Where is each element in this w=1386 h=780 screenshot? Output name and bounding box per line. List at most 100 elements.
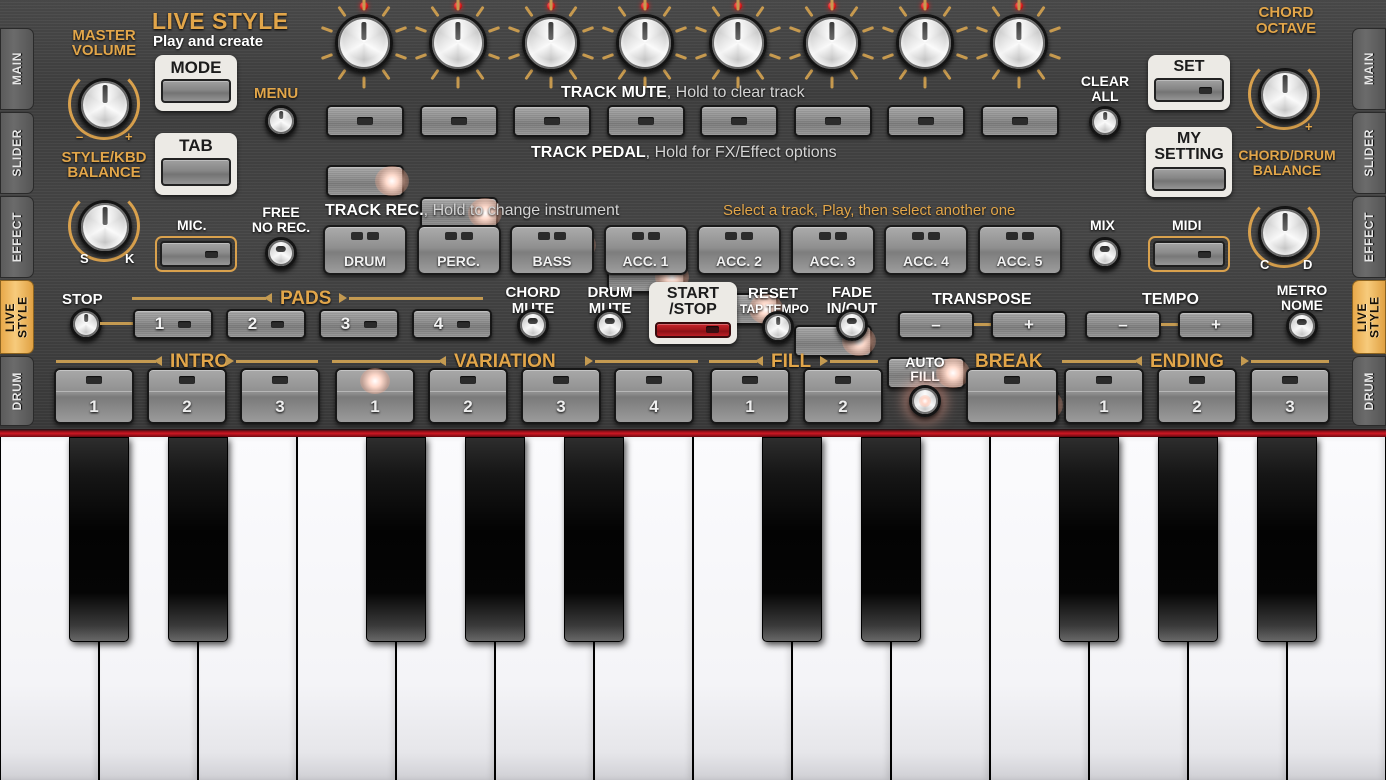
black-key-5[interactable]	[465, 437, 525, 642]
track-mute-button-5[interactable]	[700, 105, 778, 137]
free-no-rec-knob[interactable]	[265, 237, 297, 269]
track-rec-button-acc-3[interactable]: ACC. 3	[790, 225, 875, 275]
track-mute-button-3[interactable]	[513, 105, 591, 137]
mic-button[interactable]	[155, 236, 237, 272]
track-mute-button-8[interactable]	[980, 105, 1059, 137]
variation-button-4[interactable]: 4	[614, 368, 694, 424]
chord-mute-knob[interactable]	[517, 309, 549, 341]
sidebar-item-main-right[interactable]: MAIN	[1352, 28, 1386, 110]
mixer-knob-3[interactable]	[522, 14, 580, 72]
master-volume-knob[interactable]	[78, 78, 132, 132]
track-pedal-header-bold: TRACK PEDAL	[531, 144, 646, 161]
fill-button-2[interactable]: 2	[803, 368, 883, 424]
sidebar-item-slider-right[interactable]: SLIDER	[1352, 112, 1386, 194]
menu-knob[interactable]	[265, 105, 297, 137]
clear-all-label: CLEAR ALL	[1080, 73, 1130, 104]
pad-button-4[interactable]: 4	[412, 309, 492, 339]
start-stop-button[interactable]: START /STOP	[649, 282, 737, 344]
right-tab-column: MAIN SLIDER EFFECT LIVE STYLE DRUM	[1352, 0, 1386, 429]
sidebar-item-effect-right[interactable]: EFFECT	[1352, 196, 1386, 278]
intro-button-3[interactable]: 3	[240, 368, 320, 424]
track-rec-button-acc-4[interactable]: ACC. 4	[884, 225, 968, 275]
drum-mute-knob[interactable]	[594, 309, 626, 341]
track-mute-button-6[interactable]	[793, 105, 872, 137]
sidebar-item-drum-left[interactable]: DRUM	[0, 356, 34, 426]
mix-knob[interactable]	[1089, 237, 1121, 269]
mixer-knob-1[interactable]	[335, 14, 393, 72]
track-rec-indicator-8	[1005, 232, 1034, 240]
sidebar-item-main-left[interactable]: MAIN	[0, 28, 34, 110]
black-key-9[interactable]	[861, 437, 921, 642]
tab-button[interactable]: TAB	[155, 133, 237, 195]
auto-fill-knob[interactable]	[909, 385, 941, 417]
variation-button-1[interactable]: 1	[335, 368, 415, 424]
fade-in-out-knob[interactable]	[836, 309, 868, 341]
ending-rule-left	[1062, 360, 1136, 363]
track-rec-button-bass[interactable]: BASS	[510, 225, 594, 275]
reset-tap-tempo-knob[interactable]	[762, 311, 794, 343]
black-key-1[interactable]	[69, 437, 129, 642]
tempo-plus-button[interactable]: +	[1178, 311, 1254, 339]
sidebar-item-live-style-right[interactable]: LIVE STYLE	[1352, 280, 1386, 354]
midi-button[interactable]	[1148, 236, 1230, 272]
track-mute-button-4[interactable]	[606, 105, 685, 137]
chord-drum-balance-knob[interactable]	[1258, 206, 1312, 260]
track-mute-button-2[interactable]	[419, 105, 498, 137]
fill-button-1[interactable]: 1	[710, 368, 790, 424]
piano-keyboard[interactable]	[0, 437, 1386, 780]
my-setting-button[interactable]: MY SETTING	[1146, 127, 1232, 197]
sidebar-item-effect-left[interactable]: EFFECT	[0, 196, 34, 278]
style-kbd-balance-knob[interactable]	[78, 200, 132, 254]
indicator-dash	[1282, 376, 1298, 385]
ending-button-1[interactable]: 1	[1064, 368, 1144, 424]
black-key-13[interactable]	[1257, 437, 1317, 642]
tab-label: MAIN	[9, 52, 24, 86]
variation-button-2[interactable]: 2	[428, 368, 508, 424]
intro-button-1[interactable]: 1	[54, 368, 134, 424]
ending-button-3[interactable]: 3	[1250, 368, 1330, 424]
sidebar-item-live-style-left[interactable]: LIVE STYLE	[0, 280, 34, 354]
variation-button-3[interactable]: 3	[521, 368, 601, 424]
mode-button[interactable]: MODE	[155, 55, 237, 111]
intro-button-2[interactable]: 2	[147, 368, 227, 424]
transpose-minus-label: –	[931, 315, 941, 334]
pad-button-3[interactable]: 3	[319, 309, 399, 339]
black-key-12[interactable]	[1158, 437, 1218, 642]
chord-octave-minus-label: –	[1256, 119, 1264, 134]
clear-all-knob[interactable]	[1089, 106, 1121, 138]
tempo-minus-button[interactable]: –	[1085, 311, 1161, 339]
track-mute-button-7[interactable]	[887, 105, 965, 137]
mixer-knob-4[interactable]	[615, 14, 674, 72]
variation-rule-left	[332, 360, 440, 363]
mixer-knob-8[interactable]	[989, 14, 1048, 72]
track-rec-button-acc-5[interactable]: ACC. 5	[977, 225, 1062, 275]
metronome-knob[interactable]	[1286, 310, 1318, 342]
black-key-8[interactable]	[762, 437, 822, 642]
black-key-2[interactable]	[168, 437, 228, 642]
chord-octave-knob[interactable]	[1258, 68, 1312, 122]
pad-button-1[interactable]: 1	[133, 309, 213, 339]
transpose-plus-label: +	[1024, 315, 1034, 334]
black-key-6[interactable]	[564, 437, 624, 642]
track-pedal-button-1[interactable]	[326, 165, 404, 197]
sidebar-item-slider-left[interactable]: SLIDER	[0, 112, 34, 194]
track-rec-button-acc-2[interactable]: ACC. 2	[697, 225, 781, 275]
black-key-4[interactable]	[366, 437, 426, 642]
pad-button-2[interactable]: 2	[226, 309, 306, 339]
mixer-knob-6[interactable]	[802, 14, 861, 72]
mixer-knob-5[interactable]	[709, 14, 767, 72]
mixer-knob-7[interactable]	[896, 14, 954, 72]
black-key-11[interactable]	[1059, 437, 1119, 642]
ending-button-2[interactable]: 2	[1157, 368, 1237, 424]
mixer-knob-2[interactable]	[428, 14, 487, 72]
track-mute-button-1[interactable]	[326, 105, 404, 137]
track-rec-button-drum[interactable]: DRUM	[323, 225, 407, 275]
sidebar-item-drum-right[interactable]: DRUM	[1352, 356, 1386, 426]
transpose-minus-button[interactable]: –	[898, 311, 974, 339]
set-button[interactable]: SET	[1148, 55, 1230, 110]
track-rec-button-perc[interactable]: PERC.	[416, 225, 501, 275]
stop-knob[interactable]	[70, 308, 102, 340]
track-rec-button-acc-1[interactable]: ACC. 1	[603, 225, 688, 275]
transpose-plus-button[interactable]: +	[991, 311, 1067, 339]
break-button[interactable]	[966, 368, 1058, 424]
